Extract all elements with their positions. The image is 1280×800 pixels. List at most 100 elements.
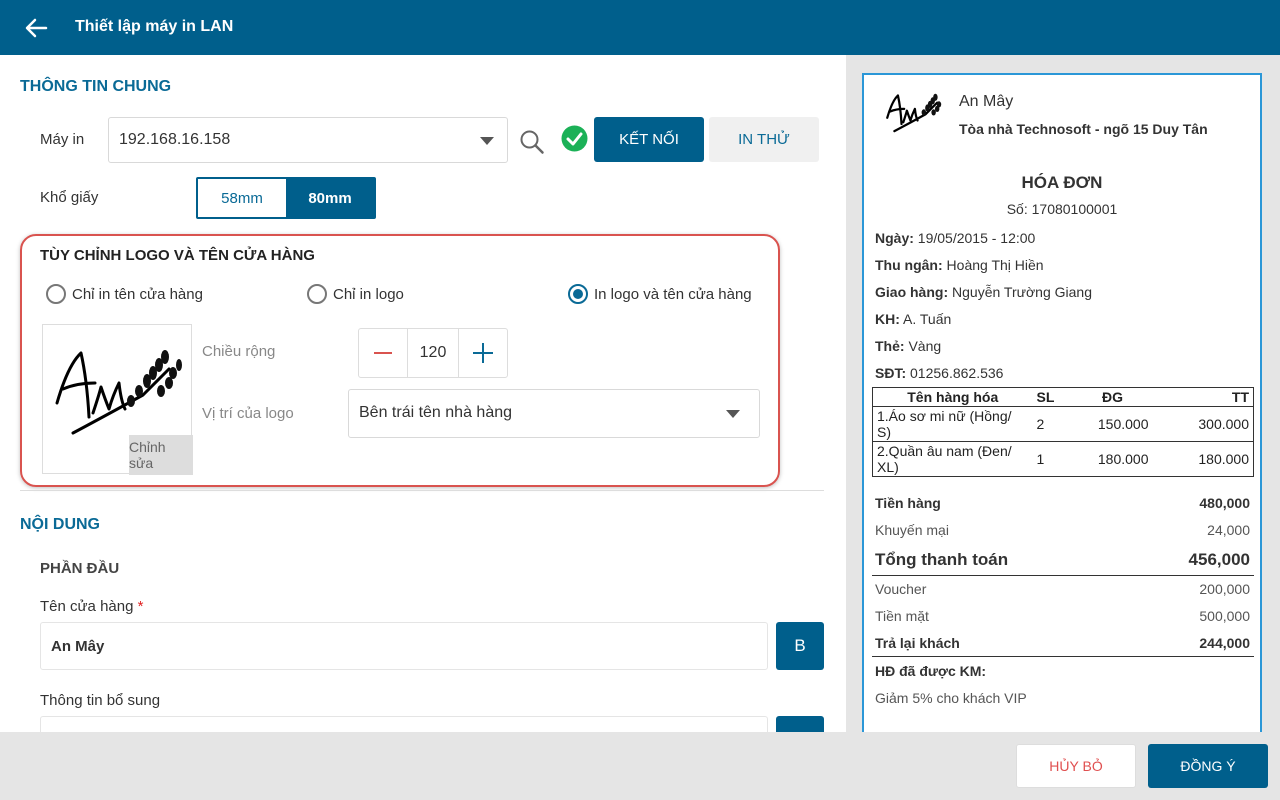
field-label: Thu ngân: <box>875 257 943 273</box>
table-row: 2.Quần âu nam (Đen/ XL) 1 180.000 180.00… <box>872 441 1254 477</box>
radio-logo-only[interactable]: Chỉ in logo <box>307 284 404 304</box>
voucher-label: Voucher <box>875 581 927 597</box>
required-mark: * <box>137 598 144 615</box>
logo-position-select[interactable]: Bên trái tên nhà hàng <box>348 389 760 438</box>
store-name-value: An Mây <box>51 638 105 655</box>
decrease-button[interactable] <box>359 329 407 377</box>
printer-value: 192.168.16.158 <box>119 131 231 148</box>
connect-button[interactable]: KẾT NỐI <box>594 117 704 162</box>
paper-80mm-option[interactable]: 80mm <box>286 179 374 217</box>
receipt-preview-panel: An Mây Tòa nhà Technosoft - ngõ 15 Duy T… <box>846 55 1280 732</box>
radio-circle <box>46 284 66 304</box>
section-divider <box>20 490 824 491</box>
width-stepper: 120 <box>358 328 508 378</box>
cancel-button[interactable]: HỦY BỎ <box>1016 744 1136 788</box>
field-value: Nguyễn Trường Giang <box>952 284 1092 300</box>
item-name: 1.Áo sơ mi nữ (Hồng/ S) <box>872 406 1033 442</box>
receipt-paper: An Mây Tòa nhà Technosoft - ngõ 15 Duy T… <box>862 73 1262 732</box>
receipt-field-customer: KH: A. Tuấn <box>875 311 951 327</box>
field-value: 19/05/2015 - 12:00 <box>917 230 1036 246</box>
bold-toggle-button[interactable]: B <box>776 622 824 670</box>
store-name-input[interactable]: An Mây <box>40 622 768 670</box>
field-value: Vàng <box>908 338 942 354</box>
logo-settings-box: TÙY CHỈNH LOGO VÀ TÊN CỬA HÀNG Chỉ in tê… <box>20 234 780 487</box>
field-value: Hoàng Thị Hiền <box>946 257 1044 273</box>
extra-info-input[interactable] <box>40 716 768 732</box>
field-value: 01256.862.536 <box>910 365 1004 381</box>
receipt-number: Số: 17080100001 <box>1006 201 1118 217</box>
plus-icon <box>473 343 493 363</box>
increase-button[interactable] <box>459 329 507 377</box>
field-label: SĐT: <box>875 365 907 381</box>
bold-toggle-button-2[interactable] <box>776 716 824 732</box>
item-qty: 1 <box>1032 441 1073 477</box>
col-header-name: Tên hàng hóa <box>872 387 1033 407</box>
radio-label: Chỉ in tên cửa hàng <box>72 285 203 303</box>
content-section-title: NỘI DUNG <box>20 516 100 533</box>
printer-select[interactable]: 192.168.16.158 <box>108 117 508 163</box>
receipt-items-table: Tên hàng hóa SL ĐG TT 1.Áo sơ mi nữ (Hồn… <box>872 387 1254 477</box>
ok-button[interactable]: ĐỒNG Ý <box>1148 744 1268 788</box>
receipt-divider <box>872 656 1254 657</box>
radio-circle-checked <box>568 284 588 304</box>
receipt-field-delivery: Giao hàng: Nguyễn Trường Giang <box>875 284 1092 300</box>
field-label: KH: <box>875 311 900 327</box>
discount-value: 24,000 <box>1207 522 1250 538</box>
radio-label: Chỉ in logo <box>333 285 404 303</box>
col-header-price: ĐG <box>1072 387 1153 407</box>
table-header-row: Tên hàng hóa SL ĐG TT <box>872 387 1254 407</box>
field-label: Ngày: <box>875 230 914 246</box>
receipt-address: Tòa nhà Technosoft - ngõ 15 Duy Tân <box>959 121 1208 137</box>
radio-logo-and-name[interactable]: In logo và tên cửa hàng <box>568 284 752 304</box>
receipt-field-phone: SĐT: 01256.862.536 <box>875 365 1003 381</box>
receipt-store-name: An Mây <box>959 93 1014 110</box>
back-button[interactable] <box>22 14 50 42</box>
radio-label: In logo và tên cửa hàng <box>594 285 752 303</box>
search-icon[interactable] <box>519 129 545 155</box>
logo-preview: Chỉnh sửa <box>42 324 193 475</box>
general-section-title: THÔNG TIN CHUNG <box>20 78 172 95</box>
chevron-down-icon <box>480 137 494 145</box>
receipt-divider <box>872 575 1254 576</box>
page-title: Thiết lập máy in LAN <box>75 18 234 35</box>
minus-icon <box>374 352 392 354</box>
footer-bar: HỦY BỎ ĐỒNG Ý <box>0 732 1280 800</box>
field-label: Thẻ: <box>875 338 905 354</box>
width-value[interactable]: 120 <box>407 329 459 377</box>
store-name-label-text: Tên cửa hàng <box>40 598 134 615</box>
item-price: 180.000 <box>1072 441 1153 477</box>
header-subsection-title: PHẦN ĐẦU <box>40 560 120 577</box>
col-header-qty: SL <box>1032 387 1073 407</box>
connected-check-icon <box>561 125 588 152</box>
store-name-label: Tên cửa hàng * <box>40 598 143 615</box>
grand-total-label: Tổng thanh toán <box>875 550 1009 569</box>
subtotal-label: Tiền hàng <box>875 495 941 511</box>
paper-58mm-option[interactable]: 58mm <box>198 179 286 217</box>
item-name: 2.Quần âu nam (Đen/ XL) <box>872 441 1033 477</box>
logo-position-value: Bên trái tên nhà hàng <box>359 404 513 421</box>
paper-size-label: Khổ giấy <box>40 189 99 206</box>
extra-info-label: Thông tin bổ sung <box>40 692 161 709</box>
item-total: 180.000 <box>1152 441 1254 477</box>
app-header: Thiết lập máy in LAN <box>0 0 1280 55</box>
edit-logo-button[interactable]: Chỉnh sửa <box>129 435 193 475</box>
receipt-logo-image <box>886 93 942 133</box>
change-label: Trả lại khách <box>875 635 960 651</box>
item-qty: 2 <box>1032 406 1073 442</box>
table-row: 1.Áo sơ mi nữ (Hồng/ S) 2 150.000 300.00… <box>872 406 1254 442</box>
receipt-field-date: Ngày: 19/05/2015 - 12:00 <box>875 230 1035 246</box>
radio-name-only[interactable]: Chỉ in tên cửa hàng <box>46 284 203 304</box>
test-print-button[interactable]: IN THỬ <box>709 117 819 162</box>
paper-size-toggle: 58mm 80mm <box>196 177 376 219</box>
promo-label: HĐ đã được KM: <box>875 663 987 679</box>
logo-section-title: TÙY CHỈNH LOGO VÀ TÊN CỬA HÀNG <box>40 247 315 264</box>
receipt-field-cashier: Thu ngân: Hoàng Thị Hiền <box>875 257 1044 273</box>
arrow-left-icon <box>25 18 48 38</box>
printer-label: Máy in <box>40 131 85 148</box>
chevron-down-icon <box>726 410 740 418</box>
radio-circle <box>307 284 327 304</box>
promo-value: Giảm 5% cho khách VIP <box>875 690 1027 706</box>
receipt-title: HÓA ĐƠN <box>1021 173 1103 192</box>
logo-position-label: Vị trí của logo <box>202 405 294 422</box>
item-price: 150.000 <box>1072 406 1153 442</box>
